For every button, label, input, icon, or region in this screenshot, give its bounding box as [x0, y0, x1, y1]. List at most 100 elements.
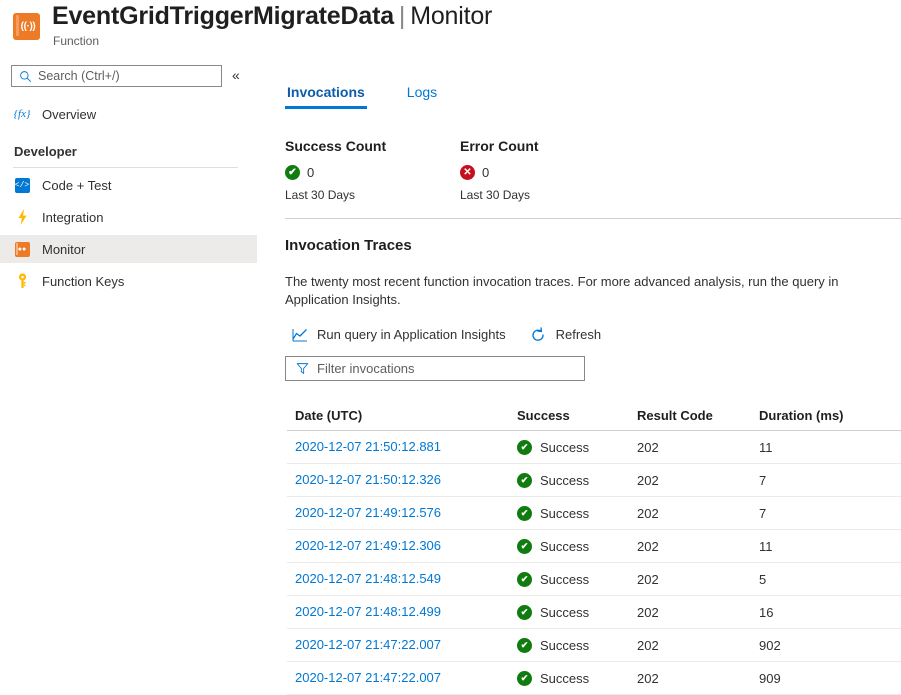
success-cell: ✔ Success: [517, 572, 637, 587]
column-header-success[interactable]: Success: [517, 408, 637, 423]
duration-cell: 909: [759, 671, 889, 686]
success-label: Success: [540, 506, 589, 521]
filter-icon: [296, 362, 309, 375]
icon-spine: [16, 15, 19, 36]
sidebar-item-label: Monitor: [42, 242, 85, 257]
sidebar-item-label: Code + Test: [42, 178, 112, 193]
error-circle-icon: ✕: [460, 165, 475, 180]
table-row[interactable]: 2020-12-07 21:49:12.306 ✔Success 202 11: [287, 530, 901, 563]
lightning-icon: [14, 209, 30, 225]
invocation-date-link[interactable]: 2020-12-07 21:50:12.326: [295, 472, 441, 487]
sidebar-item-monitor[interactable]: ●● Monitor: [0, 235, 257, 263]
duration-cell: 11: [759, 440, 889, 455]
broadcast-glyph: ((·)): [21, 22, 36, 32]
search-input-wrapper[interactable]: Search (Ctrl+/): [11, 65, 222, 87]
duration-cell: 902: [759, 638, 889, 653]
table-row[interactable]: 2020-12-07 21:48:12.549 ✔ Success 202 5: [287, 563, 901, 596]
invocation-date-link[interactable]: 2020-12-07 21:50:12.881: [295, 439, 441, 454]
metric-title: Error Count: [460, 138, 539, 154]
run-query-button[interactable]: Run query in Application Insights: [291, 326, 506, 343]
code-icon: </>: [14, 177, 30, 193]
table-row[interactable]: 2020-12-07 21:50:12.881 ✔Success 202 11: [287, 431, 901, 464]
result-code-cell: 202: [637, 473, 759, 488]
metric-success-count: Success Count ✔ 0 Last 30 Days: [285, 138, 386, 202]
success-label: Success: [540, 638, 589, 653]
invocation-date-link[interactable]: 2020-12-07 21:47:22.007: [295, 670, 441, 685]
invocation-date-link[interactable]: 2020-12-07 21:47:22.007: [295, 637, 441, 652]
metric-title: Success Count: [285, 138, 386, 154]
result-code-cell: 202: [637, 539, 759, 554]
sidebar-group-developer: Developer: [14, 144, 77, 159]
metric-value: 0: [307, 165, 314, 180]
refresh-icon: [530, 326, 547, 343]
table-row[interactable]: 2020-12-07 21:47:22.007 ✔Success 202 902: [287, 629, 901, 662]
success-cell: ✔ Success: [517, 605, 637, 620]
search-icon: [19, 70, 32, 83]
success-label: Success: [540, 671, 589, 686]
sidebar-item-label: Overview: [42, 107, 96, 122]
success-label: Success: [540, 473, 589, 488]
filter-input-wrapper[interactable]: Filter invocations: [285, 356, 585, 381]
section-divider: [285, 218, 901, 219]
invocation-date-link[interactable]: 2020-12-07 21:49:12.576: [295, 505, 441, 520]
column-header-duration[interactable]: Duration (ms): [759, 408, 889, 423]
collapse-sidebar-button[interactable]: «: [232, 66, 240, 84]
search-input[interactable]: Search (Ctrl+/): [11, 65, 222, 87]
blade-name: Monitor: [410, 2, 492, 30]
duration-cell: 5: [759, 572, 889, 587]
invocation-traces-table: Date (UTC) Success Result Code Duration …: [287, 400, 901, 695]
fx-icon: {fx}: [14, 106, 30, 122]
command-label: Refresh: [556, 327, 602, 342]
filter-invocations-input[interactable]: Filter invocations: [285, 356, 585, 381]
invocation-date-link[interactable]: 2020-12-07 21:49:12.306: [295, 538, 441, 553]
blade-sidebar: Search (Ctrl+/) « {fx} Overview Develope…: [0, 58, 275, 688]
azure-portal-monitor-blade: ((·)) EventGridTriggerMigrateData|Monito…: [0, 0, 901, 688]
section-description: The twenty most recent function invocati…: [285, 273, 885, 309]
duration-cell: 7: [759, 473, 889, 488]
check-circle-icon: ✔: [517, 671, 532, 686]
success-label: Success: [540, 572, 589, 587]
success-cell: ✔ Success: [517, 539, 637, 554]
sidebar-group-divider: [13, 167, 238, 168]
filter-placeholder: Filter invocations: [317, 361, 415, 376]
metric-subtitle: Last 30 Days: [460, 188, 539, 202]
column-header-result-code[interactable]: Result Code: [637, 408, 759, 423]
command-bar: Run query in Application Insights Refres…: [291, 326, 625, 343]
result-code-cell: 202: [637, 572, 759, 587]
tab-logs[interactable]: Logs: [405, 84, 439, 109]
resource-name: EventGridTriggerMigrateData: [52, 2, 394, 30]
sidebar-item-code-test[interactable]: </> Code + Test: [0, 171, 257, 199]
metric-subtitle: Last 30 Days: [285, 188, 386, 202]
table-row[interactable]: 2020-12-07 21:49:12.576 ✔Success 202 7: [287, 497, 901, 530]
invocation-date-link[interactable]: 2020-12-07 21:48:12.549: [295, 571, 441, 586]
tab-invocations[interactable]: Invocations: [285, 84, 367, 109]
line-chart-icon: [291, 326, 308, 343]
check-circle-icon: ✔: [517, 638, 532, 653]
check-circle-icon: ✔: [517, 572, 532, 587]
metric-error-count: Error Count ✕ 0 Last 30 Days: [460, 138, 539, 202]
sidebar-item-overview[interactable]: {fx} Overview: [0, 100, 257, 128]
content-tabs: Invocations Logs: [285, 84, 477, 109]
command-label: Run query in Application Insights: [317, 327, 506, 342]
success-label: Success: [540, 539, 589, 554]
check-circle-icon: ✔: [517, 506, 532, 521]
sidebar-item-function-keys[interactable]: Function Keys: [0, 267, 257, 295]
sidebar-item-label: Function Keys: [42, 274, 124, 289]
title-separator: |: [394, 2, 410, 30]
sidebar-item-integration[interactable]: Integration: [0, 203, 257, 231]
table-row[interactable]: 2020-12-07 21:48:12.499 ✔Success 202 16: [287, 596, 901, 629]
success-cell: ✔Success: [517, 473, 637, 488]
table-row[interactable]: 2020-12-07 21:50:12.326 ✔Success 202 7: [287, 464, 901, 497]
check-circle-icon: ✔: [517, 605, 532, 620]
success-cell: ✔ Success: [517, 638, 637, 653]
table-row[interactable]: 2020-12-07 21:47:22.007 ✔ Success 202 909: [287, 662, 901, 695]
success-cell: ✔ Success: [517, 671, 637, 686]
invocation-date-link[interactable]: 2020-12-07 21:48:12.499: [295, 604, 441, 619]
result-code-cell: 202: [637, 605, 759, 620]
column-header-date[interactable]: Date (UTC): [287, 408, 517, 423]
success-label: Success: [540, 605, 589, 620]
check-circle-icon: ✔: [517, 539, 532, 554]
duration-cell: 7: [759, 506, 889, 521]
refresh-button[interactable]: Refresh: [530, 326, 602, 343]
result-code-cell: 202: [637, 671, 759, 686]
